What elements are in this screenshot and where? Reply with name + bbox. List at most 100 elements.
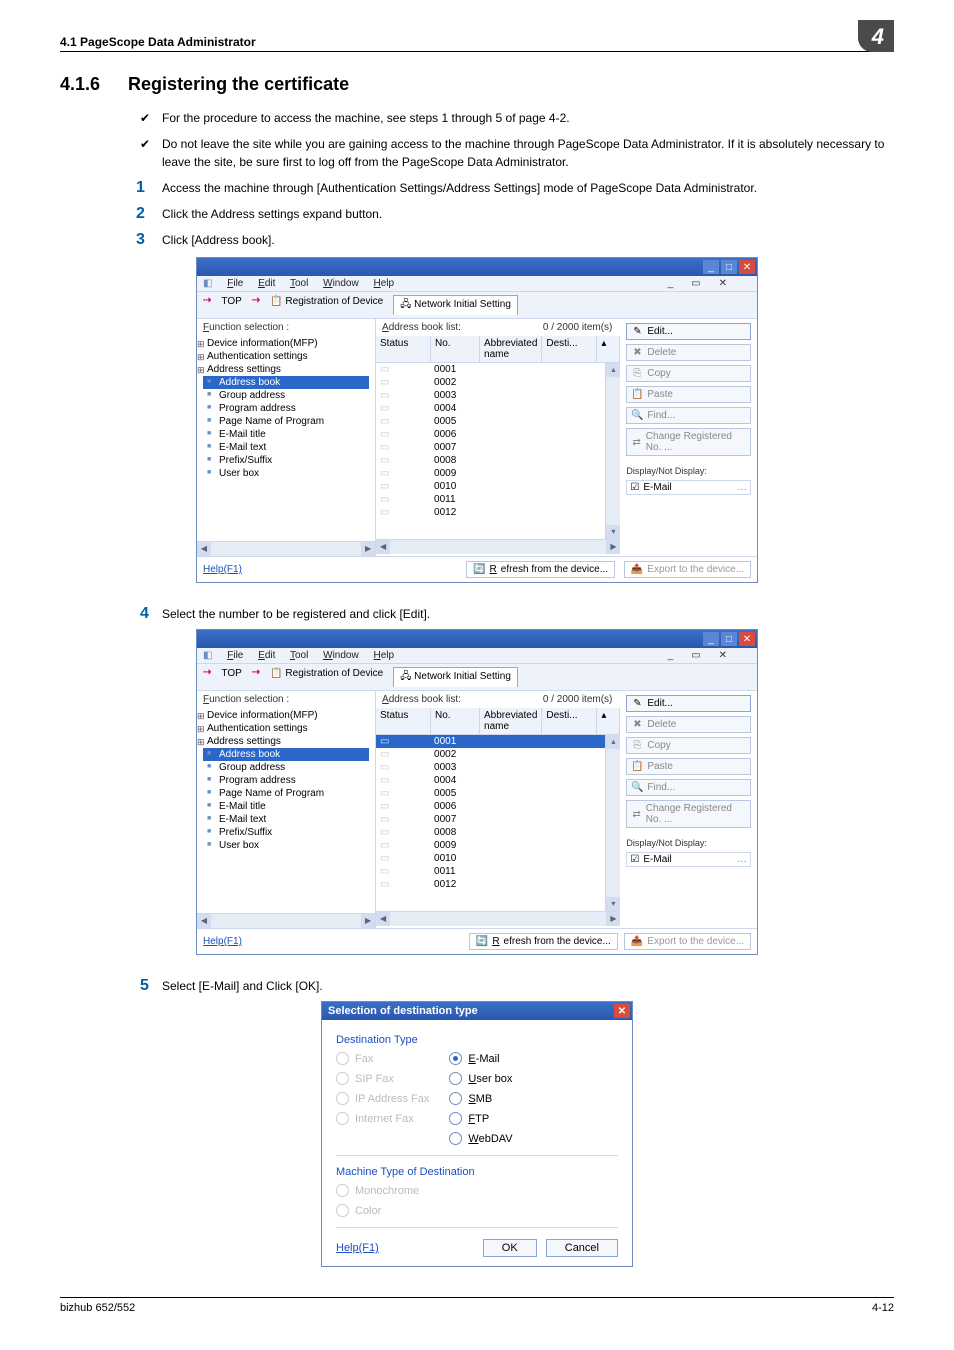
tree-item[interactable]: Prefix/Suffix — [203, 454, 369, 467]
grid-body[interactable]: 0001000200030004000500060007000800090010… — [376, 363, 620, 539]
delete-button[interactable]: ✖Delete — [626, 344, 751, 361]
table-row[interactable]: 0008 — [376, 454, 620, 467]
table-row[interactable]: 0003 — [376, 761, 620, 774]
copy-button[interactable]: ⎘Copy — [626, 365, 751, 382]
tree-item[interactable]: Address settings — [203, 363, 369, 376]
tab-top[interactable]: TOP — [215, 667, 247, 687]
table-row[interactable]: 0012 — [376, 506, 620, 519]
menu-file[interactable]: File — [227, 650, 243, 661]
tree-item[interactable]: Authentication settings — [203, 350, 369, 363]
tree-item[interactable]: Authentication settings — [203, 722, 369, 735]
mdi-restore[interactable]: ▭ — [691, 278, 700, 289]
close-button[interactable]: ✕ — [739, 632, 755, 646]
tab-network-setting[interactable]: 🖧 Network Initial Setting — [393, 295, 518, 315]
scroll-up[interactable]: ▴ — [597, 336, 620, 362]
delete-button[interactable]: ✖Delete — [626, 716, 751, 733]
menu-edit[interactable]: Edit — [258, 650, 275, 661]
display-email-check[interactable]: ☑E-Mail… — [626, 852, 751, 867]
function-tree[interactable]: Device information(MFP)Authentication se… — [197, 705, 375, 913]
tab-registration[interactable]: 📋 Registration of Device — [264, 295, 389, 315]
col-status[interactable]: Status — [376, 336, 431, 362]
dialog-help-link[interactable]: Help(F1) — [336, 1242, 379, 1254]
tab-registration[interactable]: 📋 Registration of Device — [264, 667, 389, 687]
minimize-button[interactable]: _ — [703, 632, 719, 646]
close-button[interactable]: ✕ — [739, 260, 755, 274]
tree-item[interactable]: E-Mail text — [203, 441, 369, 454]
table-row[interactable]: 0005 — [376, 787, 620, 800]
refresh-button[interactable]: 🔄 Refresh from the device... — [466, 561, 615, 578]
tree-item[interactable]: Group address — [203, 761, 369, 774]
table-row[interactable]: 0003 — [376, 389, 620, 402]
help-link[interactable]: Help(F1) — [203, 936, 242, 947]
menu-window[interactable]: Window — [323, 278, 359, 289]
edit-button[interactable]: ✎Edit... — [626, 695, 751, 712]
table-row[interactable]: 0001 — [376, 735, 620, 748]
change-no-button[interactable]: ⇄Change Registered No. ... — [626, 428, 751, 456]
mdi-min[interactable]: _ — [668, 278, 674, 289]
table-row[interactable]: 0010 — [376, 480, 620, 493]
cancel-button[interactable]: Cancel — [546, 1239, 618, 1257]
display-email-check[interactable]: ☑E-Mail… — [626, 480, 751, 495]
menu-tool[interactable]: Tool — [290, 650, 308, 661]
find-button[interactable]: 🔍Find... — [626, 407, 751, 424]
tree-item[interactable]: Address book — [203, 748, 369, 761]
copy-button[interactable]: ⎘Copy — [626, 737, 751, 754]
change-no-button[interactable]: ⇄Change Registered No. ... — [626, 800, 751, 828]
menu-tool[interactable]: Tool — [290, 278, 308, 289]
menu-help[interactable]: Help — [374, 278, 395, 289]
tree-item[interactable]: Program address — [203, 402, 369, 415]
table-row[interactable]: 0006 — [376, 428, 620, 441]
col-abbr[interactable]: Abbreviated name — [480, 336, 542, 362]
tree-item[interactable]: E-Mail text — [203, 813, 369, 826]
minimize-button[interactable]: _ — [703, 260, 719, 274]
table-row[interactable]: 0009 — [376, 839, 620, 852]
help-link[interactable]: Help(F1) — [203, 564, 242, 575]
tree-item[interactable]: E-Mail title — [203, 428, 369, 441]
table-row[interactable]: 0011 — [376, 493, 620, 506]
dialog-close-button[interactable]: ✕ — [614, 1004, 630, 1018]
table-row[interactable]: 0010 — [376, 852, 620, 865]
tab-top[interactable]: TOP — [215, 295, 247, 315]
table-row[interactable]: 0011 — [376, 865, 620, 878]
menu-edit[interactable]: Edit — [258, 278, 275, 289]
tree-item[interactable]: Page Name of Program — [203, 415, 369, 428]
maximize-button[interactable]: □ — [721, 632, 737, 646]
tree-item[interactable]: User box — [203, 467, 369, 480]
tree-item[interactable]: E-Mail title — [203, 800, 369, 813]
table-row[interactable]: 0004 — [376, 774, 620, 787]
table-row[interactable]: 0008 — [376, 826, 620, 839]
tree-item[interactable]: Address settings — [203, 735, 369, 748]
table-row[interactable]: 0007 — [376, 441, 620, 454]
export-button[interactable]: 📤 Export to the device... — [624, 933, 751, 950]
mdi-close[interactable]: ✕ — [719, 278, 727, 289]
radio-ftp[interactable]: FTP — [449, 1112, 512, 1125]
grid-hscroll[interactable]: ◀▶ — [376, 539, 620, 554]
tree-item[interactable]: Address book — [203, 376, 369, 389]
function-tree[interactable]: Device information(MFP)Authentication se… — [197, 333, 375, 541]
maximize-button[interactable]: □ — [721, 260, 737, 274]
table-row[interactable]: 0012 — [376, 878, 620, 891]
table-row[interactable]: 0005 — [376, 415, 620, 428]
paste-button[interactable]: 📋Paste — [626, 386, 751, 403]
find-button[interactable]: 🔍Find... — [626, 779, 751, 796]
export-button[interactable]: 📤 Export to the device... — [624, 561, 751, 578]
table-row[interactable]: 0004 — [376, 402, 620, 415]
tree-item[interactable]: Program address — [203, 774, 369, 787]
radio-webdav[interactable]: WebDAV — [449, 1132, 512, 1145]
table-row[interactable]: 0006 — [376, 800, 620, 813]
table-row[interactable]: 0007 — [376, 813, 620, 826]
tree-item[interactable]: Device information(MFP) — [203, 709, 369, 722]
tab-network-setting[interactable]: 🖧 Network Initial Setting — [393, 667, 518, 687]
col-dest[interactable]: Desti... — [542, 336, 597, 362]
table-row[interactable]: 0009 — [376, 467, 620, 480]
ok-button[interactable]: OK — [483, 1239, 537, 1257]
radio-e-mail[interactable]: E-Mail — [449, 1052, 512, 1065]
tree-item[interactable]: Device information(MFP) — [203, 337, 369, 350]
table-row[interactable]: 0002 — [376, 376, 620, 389]
tree-item[interactable]: User box — [203, 839, 369, 852]
radio-user-box[interactable]: User box — [449, 1072, 512, 1085]
paste-button[interactable]: 📋Paste — [626, 758, 751, 775]
table-row[interactable]: 0002 — [376, 748, 620, 761]
tree-item[interactable]: Page Name of Program — [203, 787, 369, 800]
tree-hscroll[interactable]: ◀▶ — [197, 541, 375, 556]
